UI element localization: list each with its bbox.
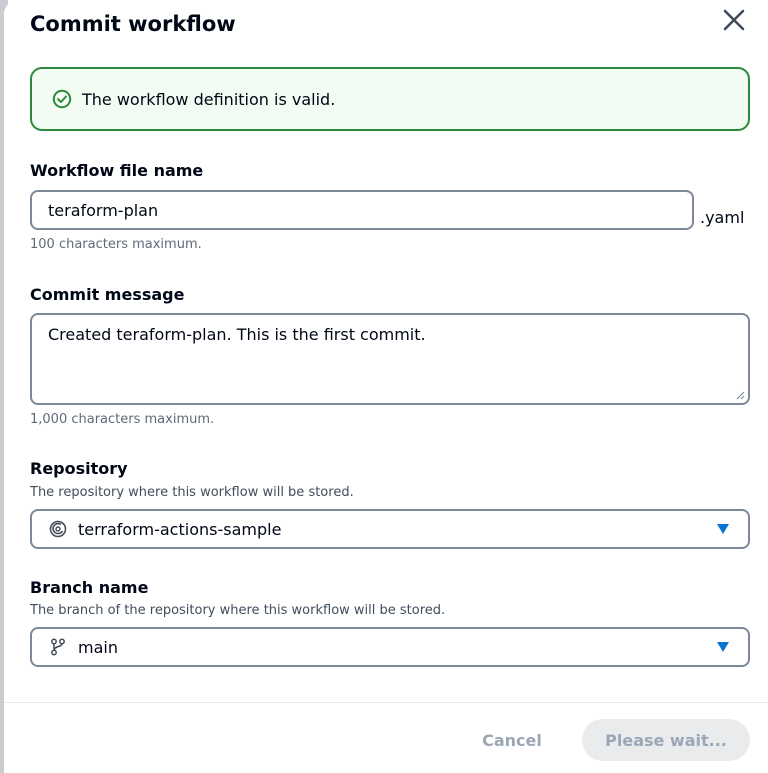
alert-message: The workflow definition is valid. [82,89,336,109]
repository-icon [48,519,68,539]
file-extension-suffix: .yaml [700,208,745,227]
workflow-file-name-label: Workflow file name [30,161,204,180]
repository-description: The repository where this workflow will … [30,485,354,500]
repository-value: terraform-actions-sample [78,519,282,539]
validation-success-alert: The workflow definition is valid. [30,67,750,131]
caret-down-icon [716,641,730,653]
caret-down-icon [716,523,730,535]
commit-message-constraint: 1,000 characters maximum. [30,412,215,427]
commit-message-value: Created teraform-plan. This is the first… [48,325,426,344]
close-icon [723,9,745,31]
close-button[interactable] [720,6,748,34]
branch-icon [48,637,68,657]
repository-select[interactable]: terraform-actions-sample [30,509,750,549]
commit-message-textarea[interactable]: Created teraform-plan. This is the first… [30,313,750,405]
check-circle-icon [52,89,72,109]
commit-button[interactable]: Please wait... [582,719,750,761]
resize-handle-icon[interactable] [735,390,745,400]
repository-label: Repository [30,459,128,478]
branch-value: main [78,637,118,657]
commit-message-label: Commit message [30,285,185,304]
file-name-constraint: 100 characters maximum. [30,237,202,252]
cancel-button[interactable]: Cancel [474,722,550,758]
branch-select[interactable]: main [30,627,750,667]
commit-workflow-dialog: Commit workflow The workflow definition … [4,0,768,773]
dialog-title: Commit workflow [30,12,236,36]
branch-description: The branch of the repository where this … [30,603,446,618]
branch-name-label: Branch name [30,578,149,597]
footer-divider [4,702,768,703]
workflow-file-name-input[interactable] [30,190,694,230]
